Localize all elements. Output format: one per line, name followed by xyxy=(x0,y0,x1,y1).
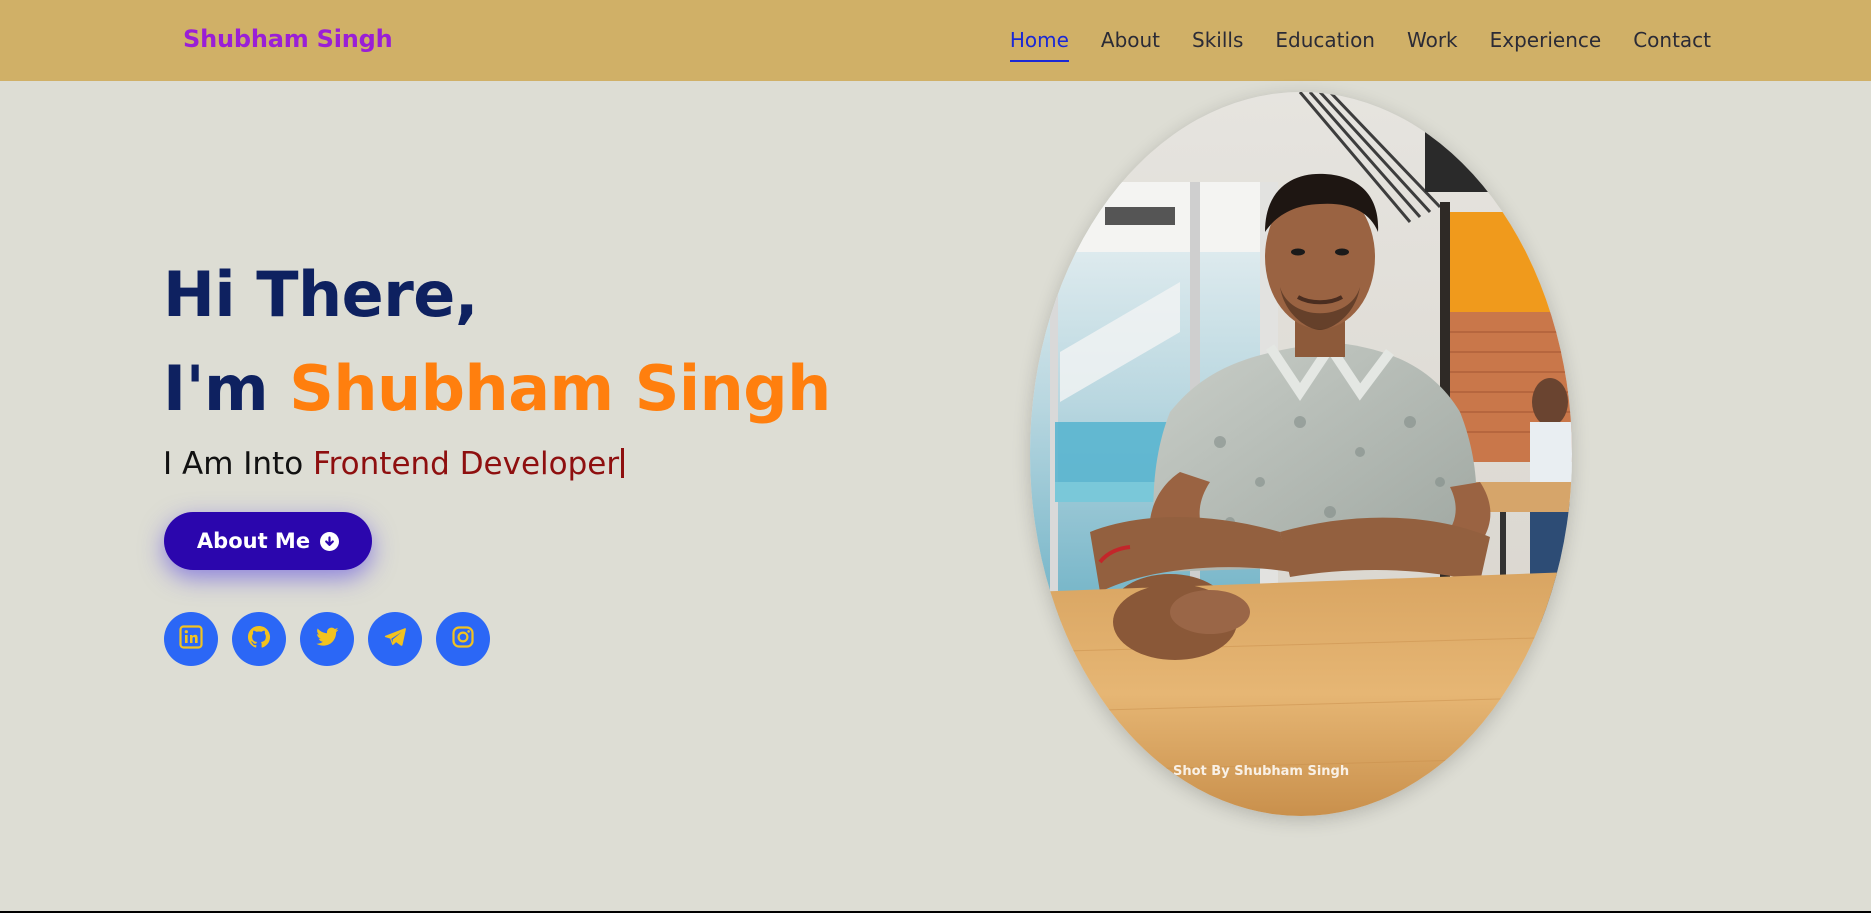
arrow-circle-down-icon xyxy=(320,531,340,551)
instagram-link[interactable] xyxy=(436,612,490,666)
about-me-label: About Me xyxy=(196,529,311,553)
twitter-icon xyxy=(314,624,340,654)
social-links xyxy=(164,612,490,666)
linkedin-icon xyxy=(179,625,203,653)
nav-skills[interactable]: Skills xyxy=(1192,28,1243,56)
typing-cursor xyxy=(621,448,625,478)
hero-role: I Am Into Frontend Developer xyxy=(163,446,863,482)
role-prefix: I Am Into xyxy=(163,446,304,482)
telegram-icon xyxy=(383,625,407,653)
nav-contact[interactable]: Contact xyxy=(1633,28,1711,56)
photo-watermark: Shot By Shubham Singh xyxy=(1173,764,1350,779)
telegram-link[interactable] xyxy=(368,612,422,666)
brand-logo[interactable]: Shubham Singh xyxy=(183,25,393,53)
main-nav: Home About Skills Education Work Experie… xyxy=(978,28,1711,62)
profile-photo: Shot By Shubham Singh xyxy=(1030,92,1572,816)
hero-section: Hi There, I'm Shubham Singh I Am Into Fr… xyxy=(163,248,863,482)
nav-about[interactable]: About xyxy=(1101,28,1160,56)
linkedin-link[interactable] xyxy=(164,612,218,666)
nav-work[interactable]: Work xyxy=(1407,28,1458,56)
hero-name: Shubham Singh xyxy=(289,352,831,425)
hero-intro-prefix: I'm xyxy=(163,352,269,425)
hero-intro: I'm Shubham Singh xyxy=(163,342,863,436)
nav-experience[interactable]: Experience xyxy=(1490,28,1602,56)
profile-photo-illustration xyxy=(1030,92,1572,816)
nav-home[interactable]: Home xyxy=(1009,28,1069,62)
github-link[interactable] xyxy=(232,612,286,666)
about-me-button[interactable]: About Me xyxy=(164,512,372,570)
role-value: Frontend Developer xyxy=(313,446,620,482)
hero-greeting: Hi There, xyxy=(163,258,478,331)
twitter-link[interactable] xyxy=(300,612,354,666)
github-icon xyxy=(246,624,272,654)
instagram-icon xyxy=(451,625,475,653)
nav-education[interactable]: Education xyxy=(1275,28,1375,56)
site-header: Shubham Singh Home About Skills Educatio… xyxy=(0,0,1871,81)
